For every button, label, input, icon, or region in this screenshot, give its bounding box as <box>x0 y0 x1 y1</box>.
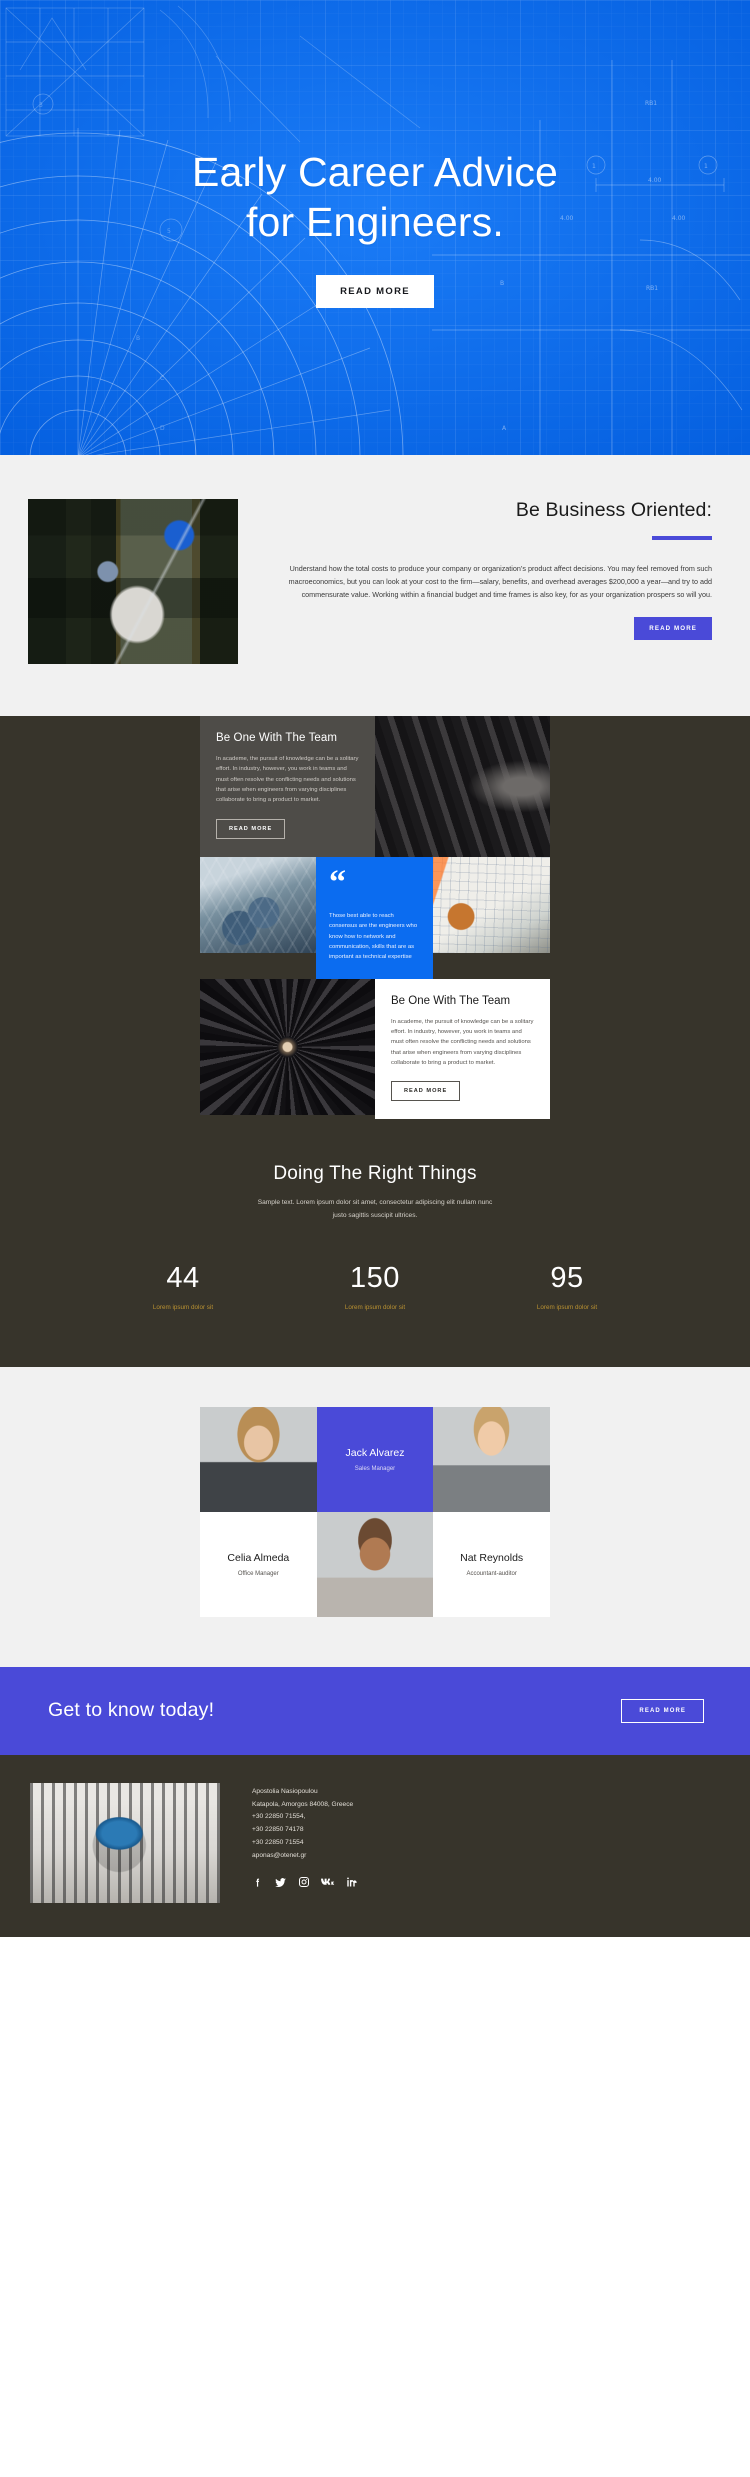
contact-line: +30 22850 74178 <box>252 1826 304 1834</box>
team-members-row-1: Jack Alvarez Sales Manager <box>200 1406 550 1512</box>
member-name: Jack Alvarez <box>345 1446 405 1459</box>
member-role: Office Manager <box>237 1570 279 1577</box>
svg-text:3: 3 <box>39 102 43 109</box>
member-name: Nat Reynolds <box>460 1551 524 1564</box>
turbine-blades-photo <box>375 716 550 857</box>
member-name: Celia Almeda <box>227 1551 290 1564</box>
svg-text:C: C <box>160 375 164 382</box>
jet-engine-fan-photo <box>200 978 375 1115</box>
hero-content: Early Career Advice for Engineers. READ … <box>0 147 750 309</box>
stat-value: 150 <box>350 1261 400 1294</box>
stat-item: 44 Lorem ipsum dolor sit <box>118 1262 248 1311</box>
contact-line: +30 22850 71554, <box>252 1813 306 1821</box>
team-card-bottom-title: Be One With The Team <box>391 994 511 1007</box>
title-underline-rule <box>652 536 712 540</box>
stats-section: Doing The Right Things Sample text. Lore… <box>0 1119 750 1366</box>
site-footer: Apostolia Nasiopoulou Katapola, Amorgos … <box>0 1754 750 1937</box>
contact-email[interactable]: aponas@otenet.gr <box>252 1850 358 1863</box>
business-section-title: Be Business Oriented: <box>515 499 712 521</box>
stat-label: Lorem ipsum dolor sit <box>152 1303 214 1311</box>
member-name-card-jack-alvarez[interactable]: Jack Alvarez Sales Manager <box>316 1406 434 1512</box>
member-name-card-celia-almeda[interactable]: Celia Almeda Office Manager <box>200 1511 317 1617</box>
hero-title-line-2: for Engineers. <box>245 199 505 245</box>
business-oriented-section: Be Business Oriented: Understand how the… <box>0 455 750 716</box>
team-feature-grid: Be One With The Team In academe, the pur… <box>200 716 550 1120</box>
quote-block: “ Those best able to reach consensus are… <box>316 856 433 979</box>
svg-text:B: B <box>136 335 140 342</box>
vk-icon[interactable] <box>321 1877 335 1888</box>
cta-banner: Get to know today! READ MORE <box>0 1666 750 1755</box>
stat-label: Lorem ipsum dolor sit <box>536 1303 598 1311</box>
quote-mark-icon: “ <box>329 863 346 901</box>
member-photo-jack-alvarez[interactable] <box>316 1511 434 1617</box>
social-links <box>252 1876 358 1889</box>
team-members-grid: Jack Alvarez Sales Manager Celia Almeda … <box>200 1406 550 1617</box>
svg-text:D: D <box>160 425 165 432</box>
team-card-bottom-body: In academe, the pursuit of knowledge can… <box>391 1018 534 1067</box>
hero-read-more-button[interactable]: READ MORE <box>316 275 434 309</box>
hero-section: 11 4.00 AB RB1 RB1 4.00 4.00 4.00 53 CD B … <box>0 0 750 455</box>
business-text-column: Be Business Oriented: Understand how the… <box>238 499 750 641</box>
footer-contact-info: Apostolia Nasiopoulou Katapola, Amorgos … <box>252 1783 358 1903</box>
team-dark-section: Be One With The Team In academe, the pur… <box>0 716 750 1367</box>
linkedin-icon[interactable] <box>346 1876 358 1888</box>
facebook-icon[interactable] <box>252 1877 263 1888</box>
hero-title-line-1: Early Career Advice <box>191 148 559 195</box>
svg-text:RB1: RB1 <box>645 100 657 107</box>
stat-item: 95 Lorem ipsum dolor sit <box>502 1262 632 1311</box>
quote-text: Those best able to reach consensus are t… <box>329 913 418 961</box>
stats-title: Doing The Right Things <box>273 1163 477 1185</box>
page-title: Early Career Advice for Engineers. <box>0 147 750 247</box>
landing-page: 11 4.00 AB RB1 RB1 4.00 4.00 4.00 53 CD B … <box>0 0 750 1937</box>
twitter-icon[interactable] <box>274 1876 287 1889</box>
team-card-top: Be One With The Team In academe, the pur… <box>200 716 375 857</box>
stat-value: 44 <box>166 1261 200 1294</box>
hexagon-architecture-photo <box>200 856 316 953</box>
cta-title: Get to know today! <box>48 1699 215 1722</box>
engineer-blueprint-photo <box>433 856 550 953</box>
instagram-icon[interactable] <box>298 1876 310 1888</box>
feature-row-1: Be One With The Team In academe, the pur… <box>200 716 550 857</box>
business-read-more-button[interactable]: READ MORE <box>634 617 712 641</box>
team-card-top-title: Be One With The Team <box>216 732 338 744</box>
team-card-bottom: Be One With The Team In academe, the pur… <box>375 978 550 1120</box>
business-body-text: Understand how the total costs to produc… <box>288 564 712 600</box>
member-role: Sales Manager <box>354 1465 396 1472</box>
member-name-card-nat-reynolds[interactable]: Nat Reynolds Accountant-auditor <box>433 1511 550 1617</box>
stat-label: Lorem ipsum dolor sit <box>344 1303 406 1311</box>
contact-line: Katapola, Amorgos 84008, Greece <box>252 1800 354 1808</box>
team-members-section: Jack Alvarez Sales Manager Celia Almeda … <box>0 1366 750 1667</box>
stats-subtitle: Sample text. Lorem ipsum dolor sit amet,… <box>257 1199 493 1219</box>
footer-lightbulb-photo <box>30 1782 220 1903</box>
stats-row: 44 Lorem ipsum dolor sit 150 Lorem ipsum… <box>0 1262 750 1311</box>
team-card-top-read-more-button[interactable]: READ MORE <box>216 818 286 839</box>
feature-row-2: “ Those best able to reach consensus are… <box>200 856 550 979</box>
contact-line: Apostolia Nasiopoulou <box>252 1787 318 1795</box>
feature-row-3: Be One With The Team In academe, the pur… <box>200 978 550 1120</box>
cta-read-more-button[interactable]: READ MORE <box>621 1698 704 1723</box>
business-office-photo <box>28 499 238 664</box>
member-photo-celia-almeda[interactable] <box>200 1406 317 1512</box>
stat-item: 150 Lorem ipsum dolor sit <box>310 1262 440 1311</box>
stat-value: 95 <box>550 1261 584 1294</box>
member-photo-nat-reynolds[interactable] <box>433 1406 550 1512</box>
team-card-bottom-read-more-button[interactable]: READ MORE <box>391 1081 461 1102</box>
member-role: Accountant-auditor <box>466 1570 517 1577</box>
contact-line: +30 22850 71554 <box>252 1839 304 1847</box>
team-card-top-body: In academe, the pursuit of knowledge can… <box>216 756 359 804</box>
team-members-row-2: Celia Almeda Office Manager Nat Reynolds… <box>200 1511 550 1617</box>
